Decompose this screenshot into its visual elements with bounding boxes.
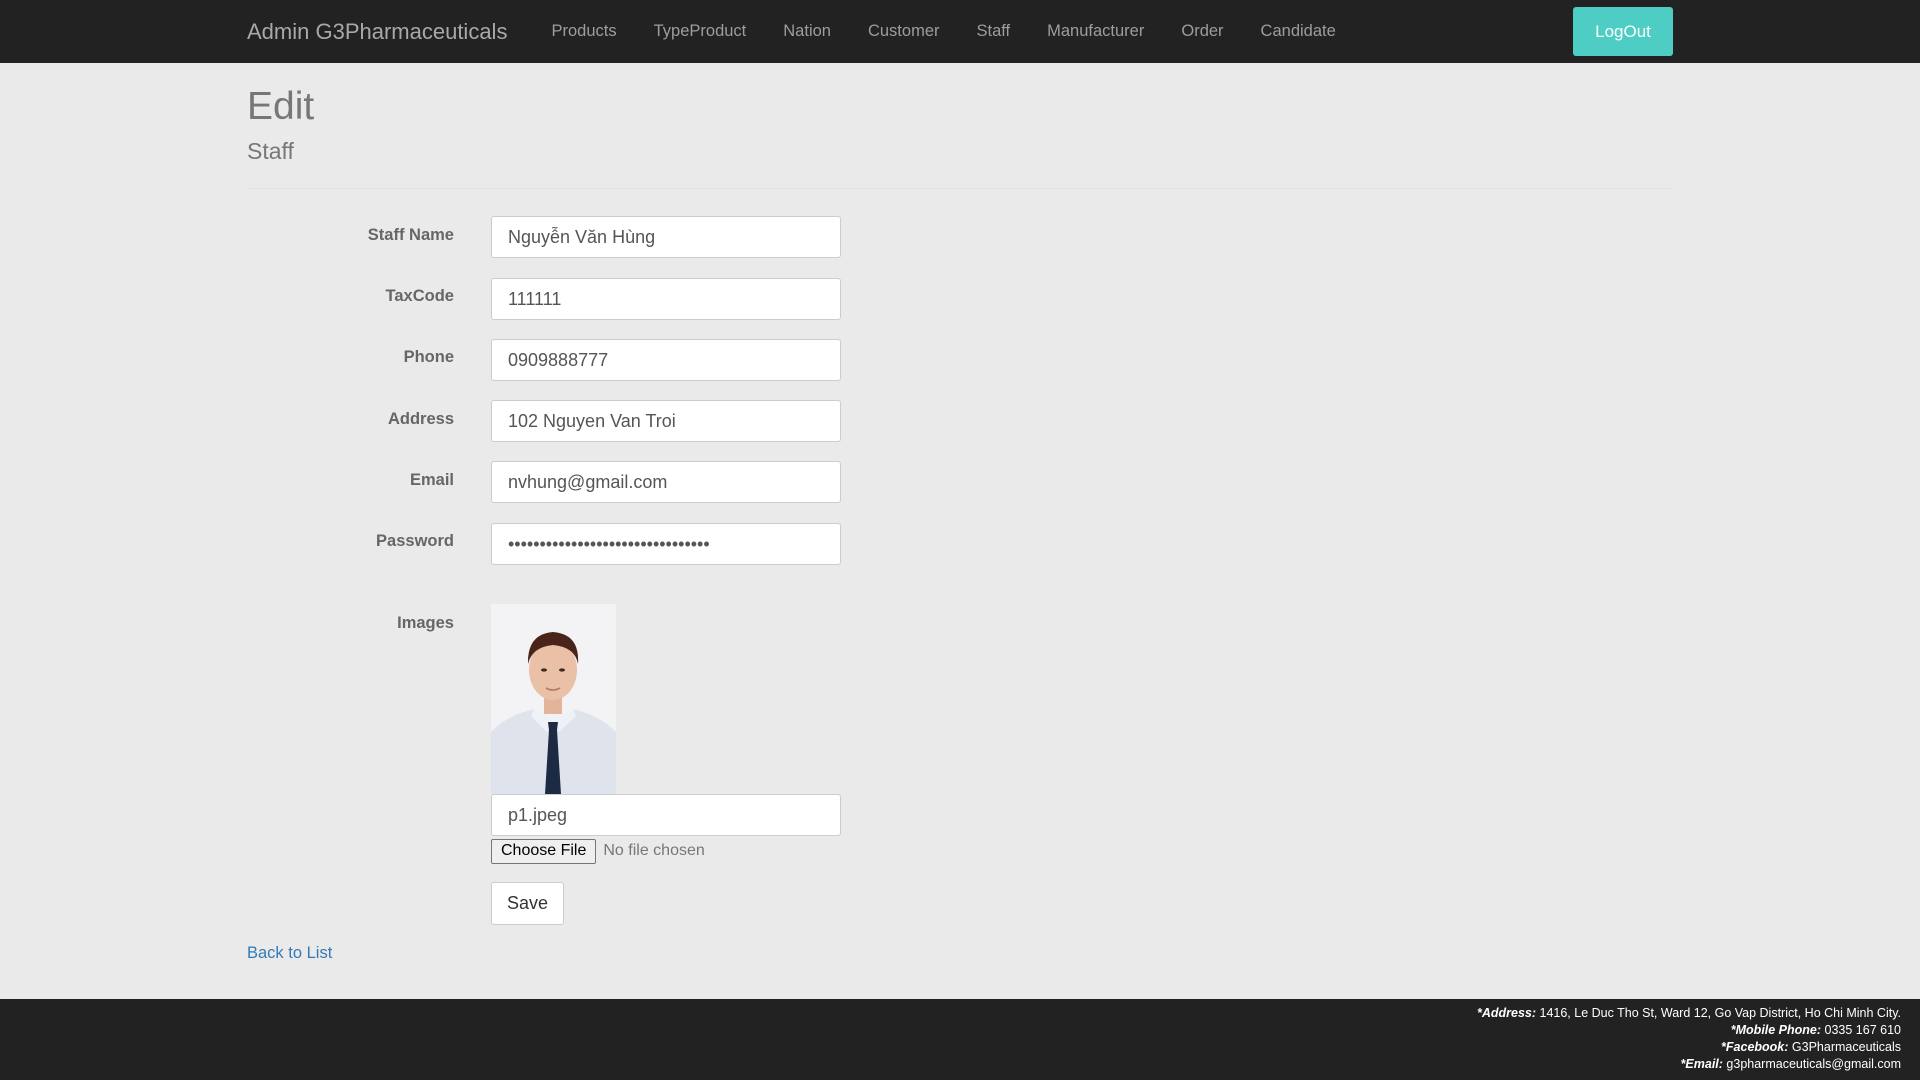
back-to-list-link[interactable]: Back to List bbox=[247, 944, 332, 963]
address-label: Address bbox=[387, 410, 454, 428]
nav-order[interactable]: Order bbox=[1163, 0, 1242, 63]
staff-name-input[interactable] bbox=[491, 216, 841, 258]
footer: *Address: 1416, Le Duc Tho St, Ward 12, … bbox=[0, 999, 1920, 1080]
footer-phone-label: *Mobile Phone: bbox=[1730, 1023, 1822, 1037]
footer-phone: *Mobile Phone: 0335 167 610 bbox=[1477, 1022, 1901, 1039]
staff-photo bbox=[491, 604, 616, 794]
phone-label: Phone bbox=[403, 348, 454, 366]
nav-manufacturer[interactable]: Manufacturer bbox=[1029, 0, 1163, 63]
top-navbar: Admin G3Pharmaceuticals Products TypePro… bbox=[0, 0, 1920, 63]
password-label: Password bbox=[376, 532, 454, 550]
footer-address-label: *Address: bbox=[1476, 1006, 1537, 1020]
nav-nation[interactable]: Nation bbox=[765, 0, 850, 63]
footer-facebook-label: *Facebook: bbox=[1721, 1040, 1789, 1054]
brand-link[interactable]: Admin G3Pharmaceuticals bbox=[247, 0, 507, 63]
footer-email: *Email: g3pharmaceuticals@gmail.com bbox=[1477, 1056, 1901, 1073]
address-input[interactable] bbox=[491, 400, 841, 442]
footer-phone-value: 0335 167 610 bbox=[1824, 1023, 1901, 1037]
footer-facebook-value: G3Pharmaceuticals bbox=[1791, 1040, 1901, 1054]
footer-contact: *Address: 1416, Le Duc Tho St, Ward 12, … bbox=[1477, 1005, 1901, 1073]
footer-address: *Address: 1416, Le Duc Tho St, Ward 12, … bbox=[1477, 1005, 1901, 1022]
password-input[interactable] bbox=[491, 523, 841, 565]
footer-address-value: 1416, Le Duc Tho St, Ward 12, Go Vap Dis… bbox=[1539, 1006, 1902, 1020]
nav-products[interactable]: Products bbox=[533, 0, 635, 63]
page-title: Edit bbox=[247, 85, 315, 128]
email-label: Email bbox=[409, 471, 454, 489]
file-upload: Choose File No file chosen bbox=[491, 838, 705, 864]
nav-customer[interactable]: Customer bbox=[849, 0, 958, 63]
phone-input[interactable] bbox=[491, 339, 841, 381]
nav-typeproduct[interactable]: TypeProduct bbox=[635, 0, 765, 63]
save-button[interactable]: Save bbox=[491, 882, 564, 925]
staff-name-label: Staff Name bbox=[367, 226, 454, 244]
tax-code-label: TaxCode bbox=[385, 287, 454, 305]
logout-button[interactable]: LogOut bbox=[1573, 7, 1673, 56]
nav-links: Products TypeProduct Nation Customer Sta… bbox=[533, 0, 1354, 63]
footer-facebook: *Facebook: G3Pharmaceuticals bbox=[1477, 1039, 1901, 1056]
image-filename-input[interactable] bbox=[491, 794, 841, 836]
page-subtitle: Staff bbox=[247, 138, 294, 164]
choose-file-button[interactable]: Choose File bbox=[491, 838, 597, 864]
nav-candidate[interactable]: Candidate bbox=[1242, 0, 1354, 63]
images-label: Images bbox=[397, 614, 454, 632]
nav-staff[interactable]: Staff bbox=[958, 0, 1029, 63]
footer-email-label: *Email: bbox=[1680, 1057, 1723, 1071]
no-file-text: No file chosen bbox=[603, 842, 705, 859]
divider bbox=[247, 188, 1673, 189]
tax-code-input[interactable] bbox=[491, 278, 841, 320]
staff-portrait-image bbox=[491, 604, 616, 794]
footer-email-value: g3pharmaceuticals@gmail.com bbox=[1726, 1057, 1901, 1071]
email-input[interactable] bbox=[491, 461, 841, 503]
